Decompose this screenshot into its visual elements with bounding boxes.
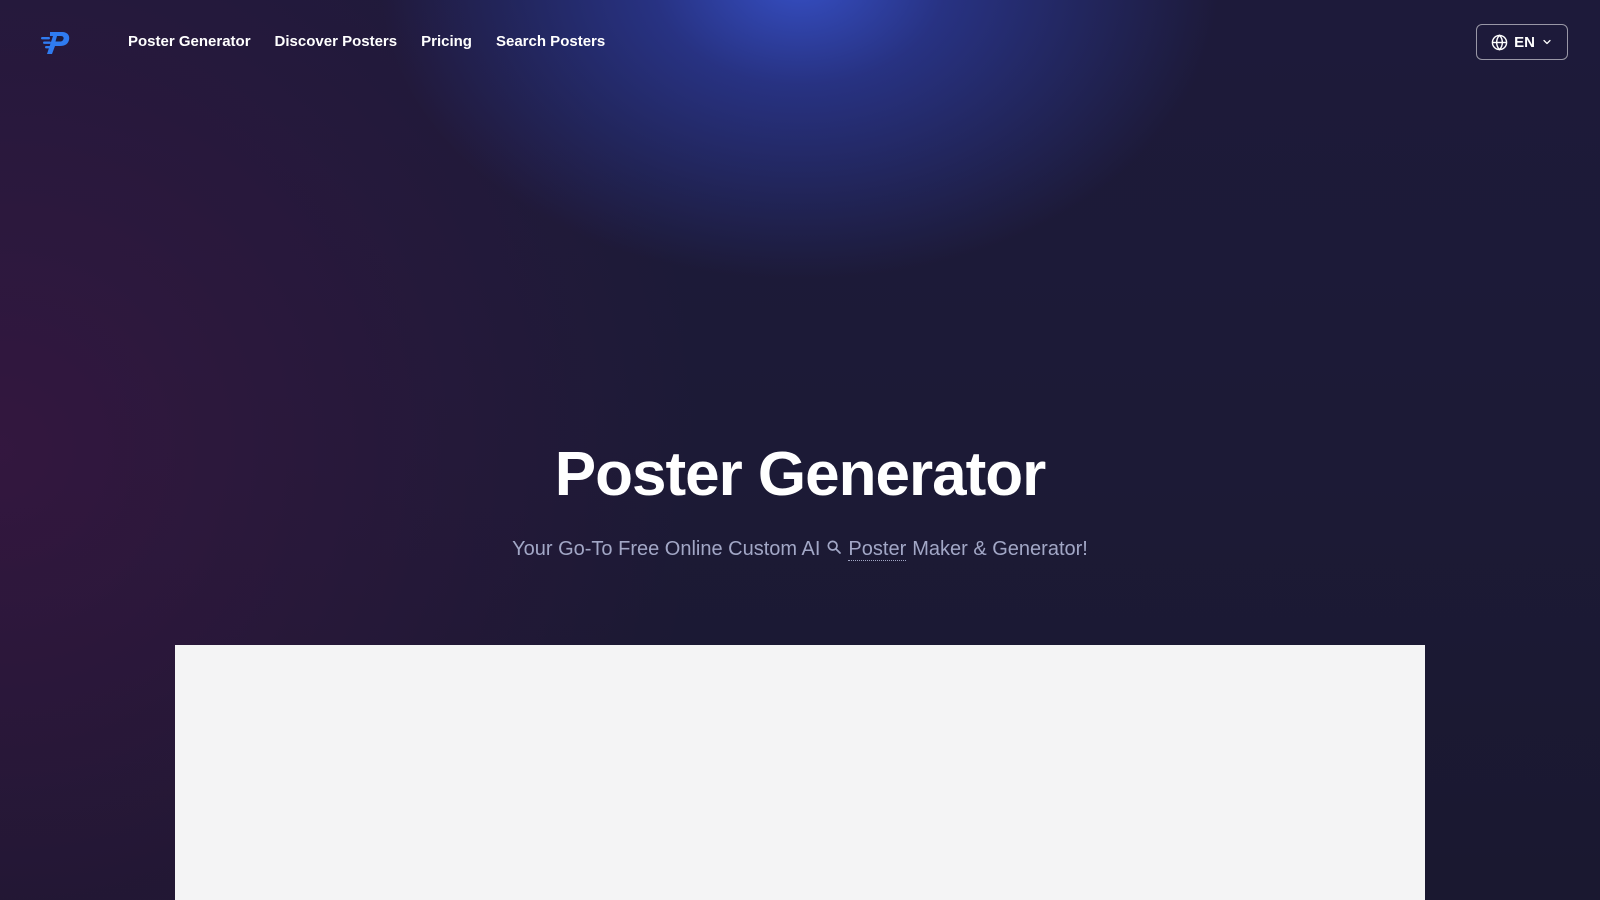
nav-link-poster-generator[interactable]: Poster Generator	[128, 33, 251, 50]
language-label: EN	[1514, 33, 1535, 51]
nav-link-search-posters[interactable]: Search Posters	[496, 33, 605, 50]
top-navigation: Poster Generator Discover Posters Pricin…	[0, 0, 1600, 86]
poster-logo-icon[interactable]	[40, 30, 72, 56]
nav-links: Poster Generator Discover Posters Pricin…	[128, 33, 605, 50]
generator-panel	[175, 645, 1425, 900]
language-selector[interactable]: EN	[1476, 24, 1568, 60]
globe-icon	[1491, 33, 1508, 51]
nav-link-discover-posters[interactable]: Discover Posters	[275, 33, 398, 50]
subtitle-text-before: Your Go-To Free Online Custom AI	[512, 538, 821, 560]
subtitle-text-after: Maker & Generator!	[912, 538, 1088, 560]
search-icon	[826, 538, 842, 561]
subtitle-keyword-link[interactable]: Poster	[848, 538, 907, 561]
page-title: Poster Generator	[554, 440, 1047, 509]
chevron-down-icon	[1541, 36, 1553, 48]
nav-link-pricing[interactable]: Pricing	[421, 33, 472, 50]
hero-subtitle: Your Go-To Free Online Custom AI Poster …	[0, 538, 1600, 561]
